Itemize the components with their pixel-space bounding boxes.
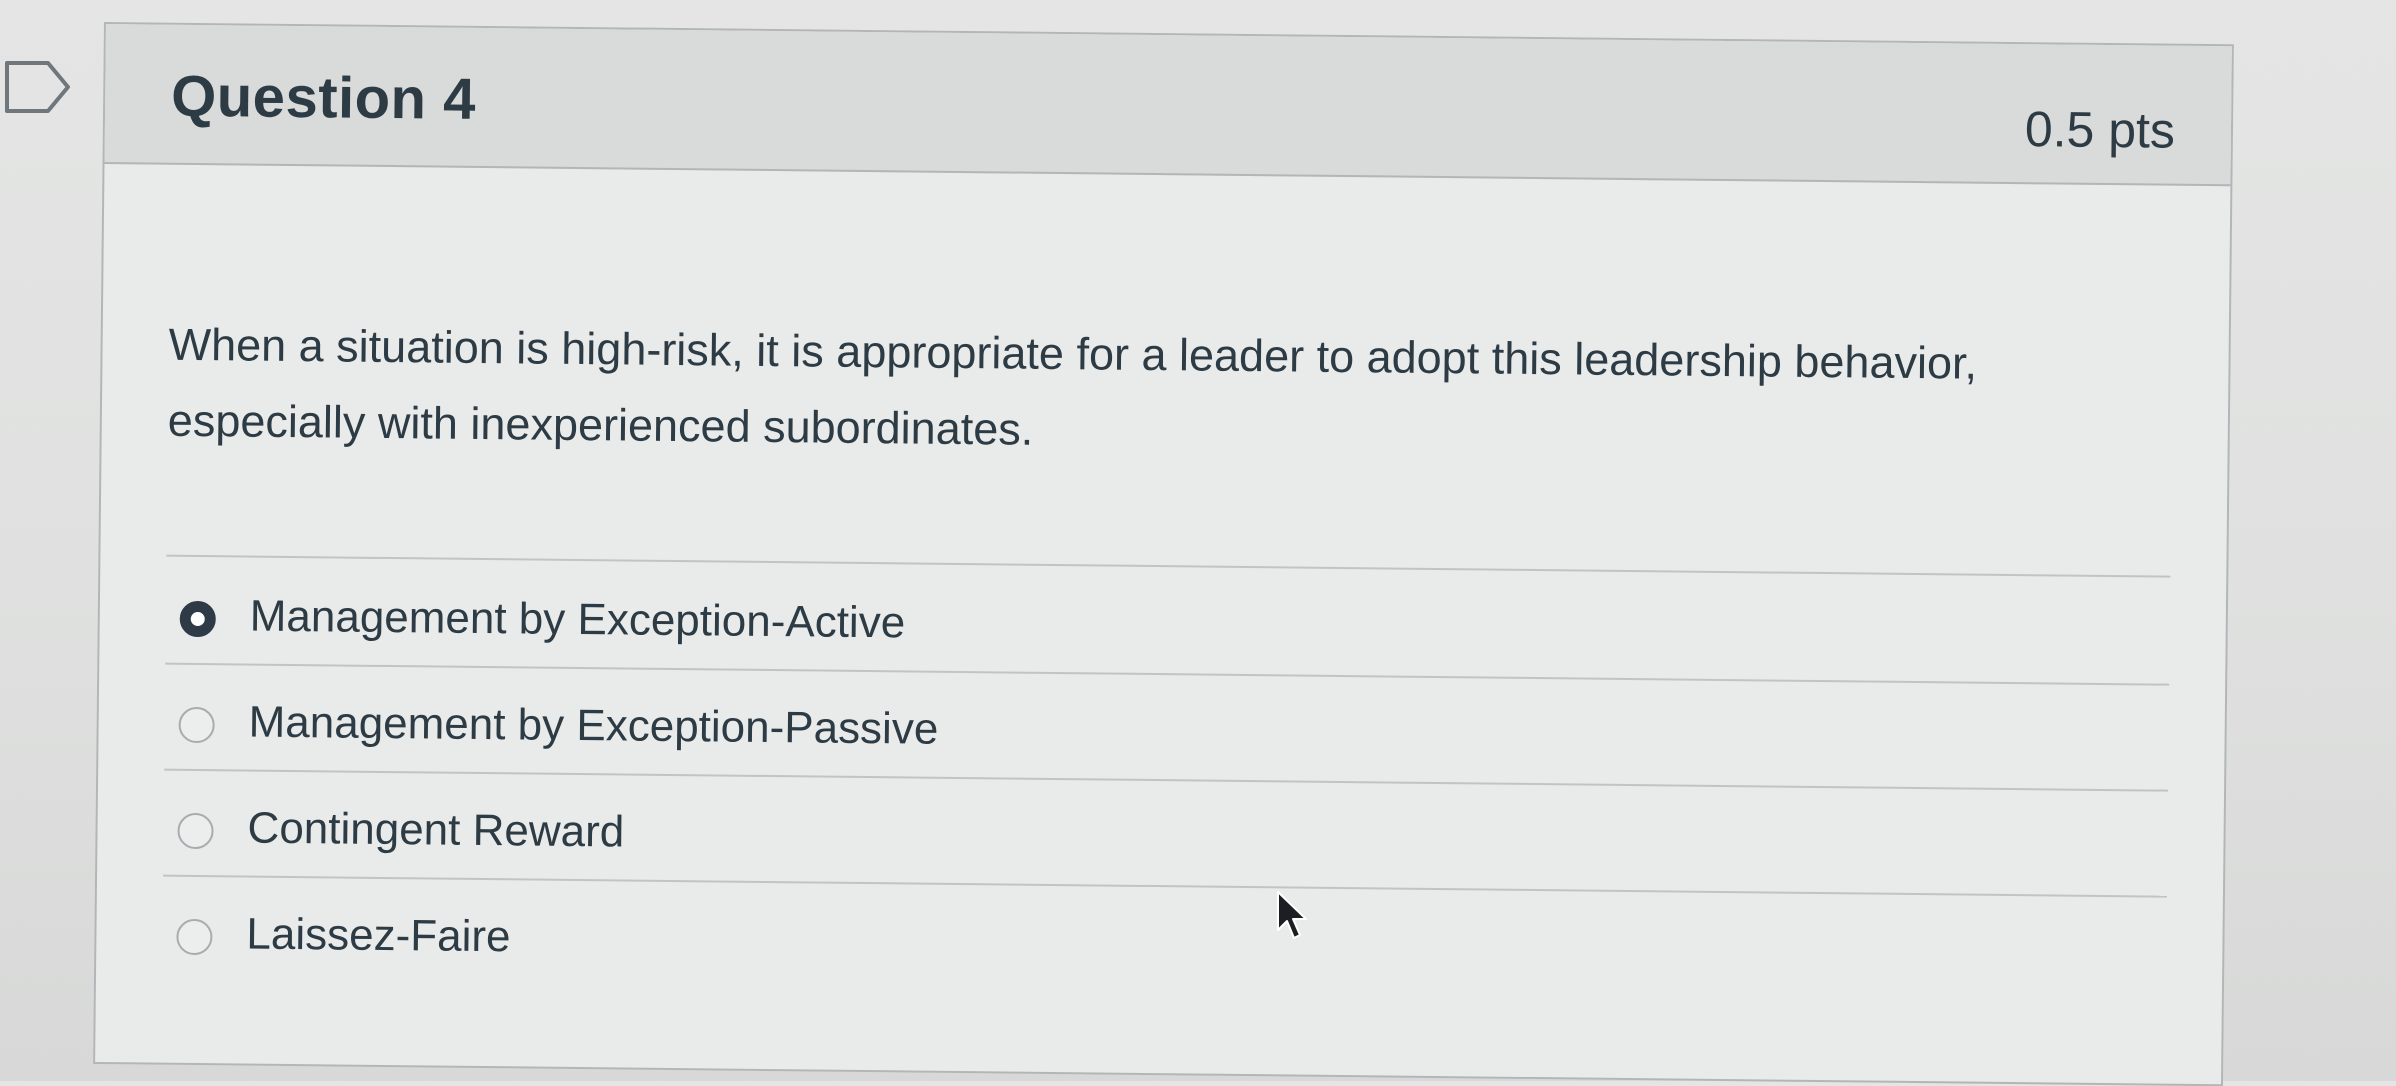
radio-button[interactable] bbox=[177, 812, 214, 850]
answer-label[interactable]: Management by Exception-Passive bbox=[248, 698, 938, 755]
question-points: 0.5 pts bbox=[2024, 101, 2176, 159]
answer-option-contingent-reward[interactable]: Contingent Reward bbox=[163, 770, 2169, 898]
question-card: Question 4 0.5 pts When a situation is h… bbox=[93, 22, 2234, 1086]
radio-button-selected[interactable] bbox=[179, 600, 216, 638]
answer-option-management-by-exception-active[interactable]: Management by Exception-Active bbox=[165, 558, 2171, 686]
question-text: When a situation is high-risk, it is app… bbox=[167, 318, 1978, 455]
answer-option-laissez-faire[interactable]: Laissez-Faire bbox=[162, 877, 2167, 1004]
answer-label[interactable]: Contingent Reward bbox=[247, 804, 624, 858]
answer-label[interactable]: Management by Exception-Active bbox=[250, 592, 906, 649]
answer-list: Management by Exception-Active Managemen… bbox=[162, 558, 2171, 1004]
radio-button[interactable] bbox=[178, 706, 215, 744]
radio-button[interactable] bbox=[176, 918, 213, 956]
flag-question-icon[interactable] bbox=[4, 60, 72, 114]
question-title: Question 4 bbox=[170, 63, 477, 132]
mouse-pointer-icon bbox=[1276, 890, 1316, 944]
answer-option-management-by-exception-passive[interactable]: Management by Exception-Passive bbox=[164, 664, 2170, 792]
question-header: Question 4 0.5 pts bbox=[104, 24, 2232, 187]
answer-label[interactable]: Laissez-Faire bbox=[246, 910, 511, 963]
